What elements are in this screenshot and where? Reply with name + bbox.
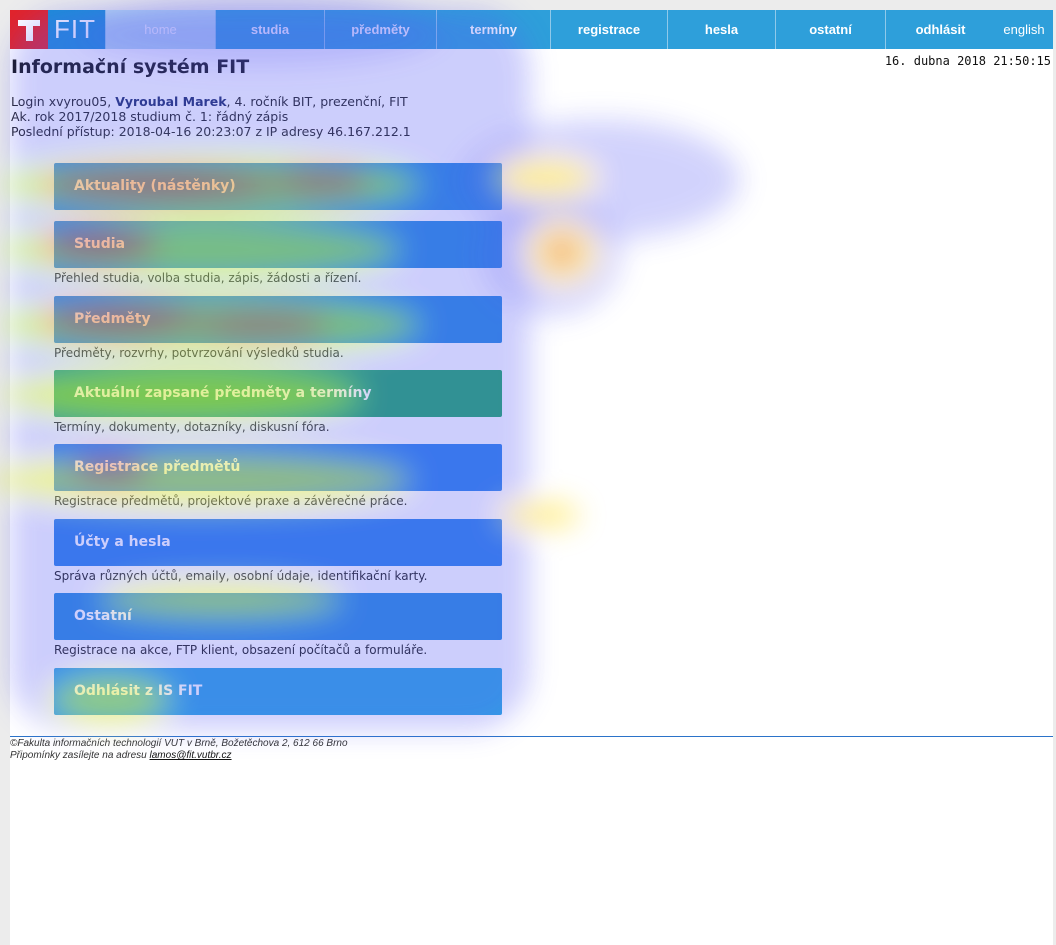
nav-registrace[interactable]: registrace bbox=[550, 10, 667, 49]
footer: ©Fakulta informačních technologií VUT v … bbox=[10, 738, 348, 762]
logo-text: FIT bbox=[54, 14, 96, 44]
menu-studia-button[interactable]: Studia bbox=[54, 221, 502, 268]
menu-ucty-hesla-button[interactable]: Účty a hesla bbox=[54, 519, 502, 566]
vut-t-logo-icon bbox=[10, 10, 48, 49]
top-navigation: FIT home studia předměty termíny registr… bbox=[10, 10, 1053, 49]
menu-registrace-button[interactable]: Registrace předmětů bbox=[54, 444, 502, 491]
nav-home[interactable]: home bbox=[105, 10, 215, 49]
menu-registrace-description: Registrace předmětů, projektové praxe a … bbox=[54, 494, 408, 508]
menu-ostatni-button[interactable]: Ostatní bbox=[54, 593, 502, 640]
footer-email-link[interactable]: lamos@fit.vutbr.cz bbox=[150, 750, 232, 761]
fit-logo[interactable]: FIT bbox=[10, 10, 105, 49]
nav-studia[interactable]: studia bbox=[215, 10, 324, 49]
nav-predmety[interactable]: předměty bbox=[324, 10, 436, 49]
nav-terminy[interactable]: termíny bbox=[436, 10, 550, 49]
footer-contact: Připomínky zasílejte na adresu lamos@fit… bbox=[10, 750, 232, 761]
nav-hesla[interactable]: hesla bbox=[667, 10, 775, 49]
page: FIT home studia předměty termíny registr… bbox=[10, 10, 1053, 945]
user-info-line-2: Ak. rok 2017/2018 studium č. 1: řádný zá… bbox=[11, 109, 289, 124]
menu-logout-button[interactable]: Odhlásit z IS FIT bbox=[54, 668, 502, 715]
menu-predmety-button[interactable]: Předměty bbox=[54, 296, 502, 343]
nav-english[interactable]: english bbox=[995, 10, 1053, 49]
page-title: Informační systém FIT bbox=[11, 56, 250, 78]
menu-aktuality-button[interactable]: Aktuality (nástěnky) bbox=[54, 163, 502, 210]
menu-studia-description: Přehled studia, volba studia, zápis, žád… bbox=[54, 271, 362, 285]
menu-ostatni-description: Registrace na akce, FTP klient, obsazení… bbox=[54, 643, 428, 657]
footer-address: ©Fakulta informačních technologií VUT v … bbox=[10, 738, 348, 749]
user-info-line-3: Poslední přístup: 2018-04-16 20:23:07 z … bbox=[11, 124, 411, 139]
menu-predmety-description: Předměty, rozvrhy, potvrzování výsledků … bbox=[54, 346, 344, 360]
nav-ostatni[interactable]: ostatní bbox=[775, 10, 885, 49]
user-info-line-1: Login xvyrou05, Vyroubal Marek, 4. roční… bbox=[11, 94, 408, 109]
current-datetime: 16. dubna 2018 21:50:15 bbox=[884, 54, 1051, 68]
footer-divider bbox=[10, 736, 1053, 737]
nav-odhlasit[interactable]: odhlásit bbox=[885, 10, 995, 49]
user-name: Vyroubal Marek bbox=[115, 94, 227, 109]
user-info: Login xvyrou05, Vyroubal Marek, 4. roční… bbox=[11, 94, 411, 139]
menu-ucty-hesla-description: Správa různých účtů, emaily, osobní údaj… bbox=[54, 569, 428, 583]
ip-address: 46.167.212.1 bbox=[327, 124, 411, 139]
menu-aktualni-terminy-button[interactable]: Aktuální zapsané předměty a termíny bbox=[54, 370, 502, 417]
menu-aktualni-terminy-description: Termíny, dokumenty, dotazníky, diskusní … bbox=[54, 420, 330, 434]
